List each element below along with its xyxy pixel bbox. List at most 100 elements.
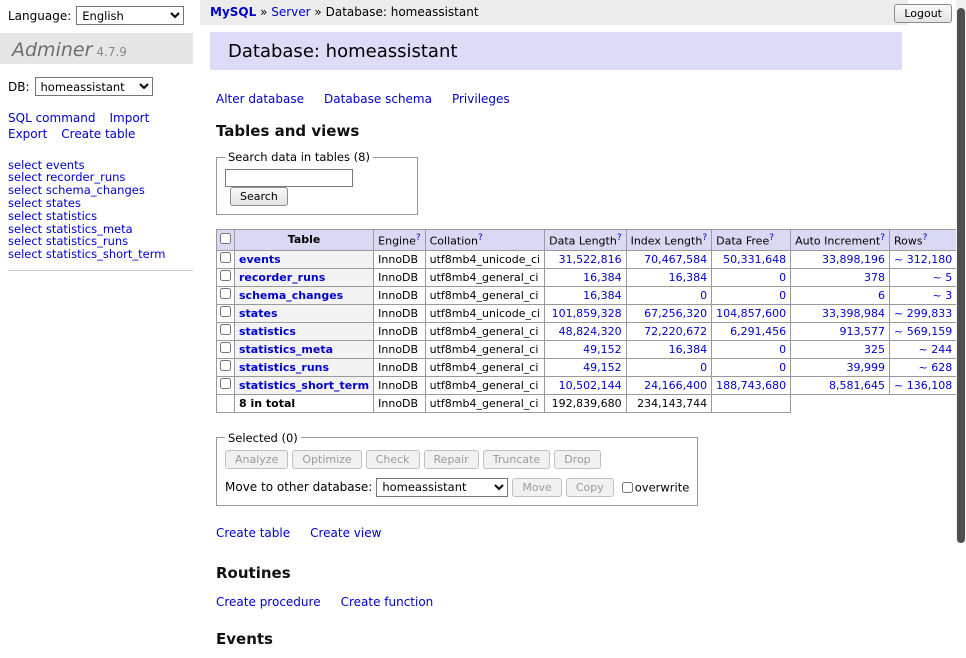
breadcrumb-link[interactable]: Server	[271, 5, 310, 19]
sidebar-table-link[interactable]: select statistics	[8, 210, 193, 223]
logout-button[interactable]: Logout	[894, 4, 952, 23]
scrollbar[interactable]	[956, 0, 966, 543]
sidebar-link-create-table[interactable]: Create table	[61, 128, 135, 142]
drop-button[interactable]: Drop	[554, 450, 600, 469]
search-button[interactable]: Search	[230, 187, 288, 206]
repair-button[interactable]: Repair	[424, 450, 479, 469]
link-create-procedure[interactable]: Create procedure	[216, 595, 321, 609]
collation-cell: utf8mb4_unicode_ci	[425, 250, 544, 268]
auto-increment-cell: 6	[791, 286, 890, 304]
row-checkbox[interactable]	[220, 342, 231, 353]
column-header-label: Engine	[378, 235, 416, 248]
column-help-link[interactable]: ?	[923, 233, 928, 243]
sidebar-table-link[interactable]: select statistics_short_term	[8, 248, 193, 261]
select-all-checkbox[interactable]	[220, 233, 231, 244]
row-checkbox[interactable]	[220, 360, 231, 371]
optimize-button[interactable]: Optimize	[292, 450, 361, 469]
table-name-cell: schema_changes	[235, 286, 374, 304]
sidebar: Adminer4.7.9 DB:homeassistant SQL comman…	[0, 33, 193, 271]
copy-button[interactable]: Copy	[566, 478, 614, 497]
table-link[interactable]: statistics	[239, 325, 296, 338]
collation-cell: utf8mb4_general_ci	[425, 286, 544, 304]
table-link[interactable]: statistics_meta	[239, 343, 333, 356]
collation-cell: utf8mb4_general_ci	[425, 358, 544, 376]
column-header-table: Table	[235, 230, 374, 251]
total-collation-cell: utf8mb4_general_ci	[425, 394, 544, 412]
language-label: Language:	[8, 9, 71, 23]
rows-cell: ~ 299,833	[890, 304, 957, 322]
row-checkbox-cell	[217, 322, 235, 340]
data-length-cell: 10,502,144	[545, 376, 626, 394]
column-help-link[interactable]: ?	[478, 233, 483, 243]
engine-cell: InnoDB	[374, 322, 425, 340]
row-checkbox[interactable]	[220, 288, 231, 299]
auto-increment-cell: 325	[791, 340, 890, 358]
table-link[interactable]: events	[239, 253, 281, 266]
search-input[interactable]	[225, 169, 353, 187]
row-checkbox-cell	[217, 304, 235, 322]
column-help-link[interactable]: ?	[416, 233, 421, 243]
data-free-cell: 0	[712, 340, 791, 358]
row-checkbox-cell	[217, 268, 235, 286]
row-checkbox-cell	[217, 376, 235, 394]
column-help-link[interactable]: ?	[880, 233, 885, 243]
link-create-function[interactable]: Create function	[341, 595, 434, 609]
table-link[interactable]: recorder_runs	[239, 271, 325, 284]
link-create-table[interactable]: Create table	[216, 526, 290, 540]
column-help-link[interactable]: ?	[617, 233, 622, 243]
table-row: statesInnoDButf8mb4_unicode_ci101,859,32…	[217, 304, 966, 322]
data-length-cell: 16,384	[545, 268, 626, 286]
db-select[interactable]: homeassistant	[35, 77, 153, 96]
column-help-link[interactable]: ?	[769, 233, 774, 243]
routine-links: Create procedure Create function	[216, 595, 902, 609]
row-checkbox[interactable]	[220, 378, 231, 389]
row-checkbox[interactable]	[220, 270, 231, 281]
check-button[interactable]: Check	[366, 450, 420, 469]
data-free-cell: 50,331,648	[712, 250, 791, 268]
table-name-cell: statistics_meta	[235, 340, 374, 358]
overwrite-checkbox[interactable]	[622, 482, 633, 493]
collation-cell: utf8mb4_general_ci	[425, 376, 544, 394]
rows-cell: ~ 244	[890, 340, 957, 358]
row-checkbox[interactable]	[220, 252, 231, 263]
sidebar-link-sql-command[interactable]: SQL command	[8, 112, 95, 126]
table-link[interactable]: states	[239, 307, 278, 320]
breadcrumb-link[interactable]: MySQL	[210, 5, 256, 19]
table-link[interactable]: statistics_short_term	[239, 379, 369, 392]
selected-legend: Selected (0)	[225, 431, 301, 445]
row-checkbox[interactable]	[220, 306, 231, 317]
sidebar-link-import[interactable]: Import	[109, 112, 149, 126]
link-create-view[interactable]: Create view	[310, 526, 381, 540]
app-brand: Adminer4.7.9	[0, 33, 193, 64]
data-free-cell: 6,291,456	[712, 322, 791, 340]
action-link-alter-database[interactable]: Alter database	[216, 92, 304, 106]
move-button[interactable]: Move	[512, 478, 562, 497]
total-engine-cell: InnoDB	[374, 394, 425, 412]
column-header-label: Auto Increment	[795, 235, 880, 248]
column-header-label: Rows	[894, 235, 923, 248]
auto-increment-cell: 8,581,645	[791, 376, 890, 394]
row-checkbox[interactable]	[220, 324, 231, 335]
table-name-cell: statistics_short_term	[235, 376, 374, 394]
column-help-link[interactable]: ?	[702, 233, 707, 243]
sidebar-link-export[interactable]: Export	[8, 128, 47, 142]
analyze-button[interactable]: Analyze	[225, 450, 288, 469]
scrollbar-thumb[interactable]	[957, 8, 965, 543]
sidebar-table-link[interactable]: select states	[8, 197, 193, 210]
rows-cell: ~ 628	[890, 358, 957, 376]
move-db-select[interactable]: homeassistant	[376, 478, 508, 497]
language-select[interactable]: English	[76, 6, 184, 25]
move-label: Move to other database:	[225, 480, 372, 494]
index-length-cell: 67,256,320	[626, 304, 712, 322]
table-link[interactable]: schema_changes	[239, 289, 343, 302]
table-link[interactable]: statistics_runs	[239, 361, 329, 374]
data-length-cell: 16,384	[545, 286, 626, 304]
column-header-auto-increment: Auto Increment?	[791, 230, 890, 251]
database-actions: Alter database Database schema Privileges	[216, 92, 902, 106]
truncate-button[interactable]: Truncate	[483, 450, 550, 469]
action-link-privileges[interactable]: Privileges	[452, 92, 510, 106]
action-link-database-schema[interactable]: Database schema	[324, 92, 432, 106]
collation-cell: utf8mb4_general_ci	[425, 322, 544, 340]
collation-cell: utf8mb4_general_ci	[425, 268, 544, 286]
rows-cell: ~ 3	[890, 286, 957, 304]
